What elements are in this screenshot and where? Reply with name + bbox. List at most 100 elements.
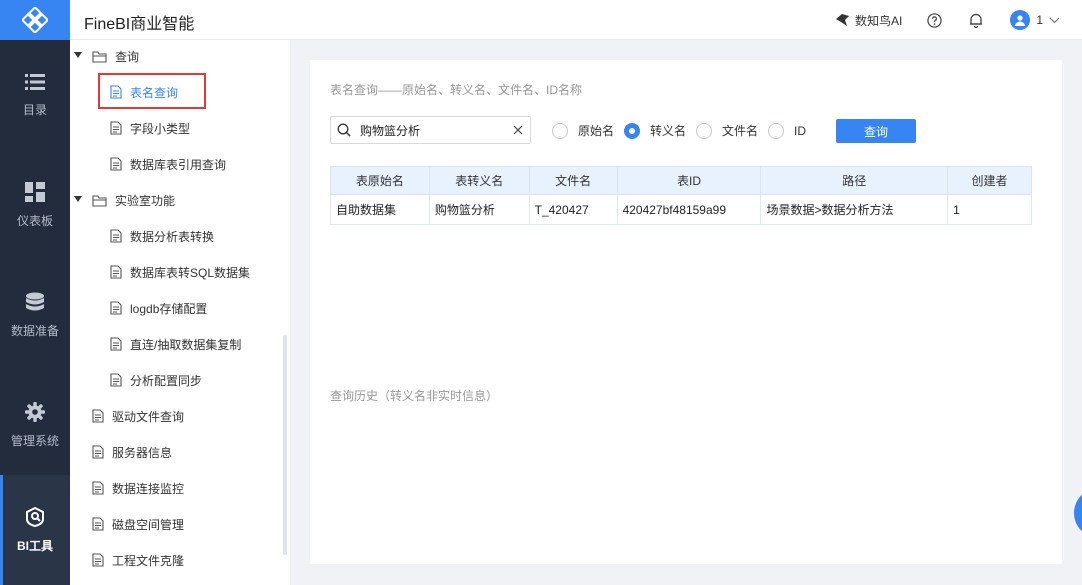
tree-item-label: 数据连接监控 [112, 481, 185, 496]
tree-scrollbar[interactable] [283, 335, 287, 555]
tree-item-connection-monitor[interactable]: 数据连接监控 [92, 476, 184, 500]
close-icon[interactable] [513, 125, 523, 135]
top-bar: FineBI商业智能 数知鸟AI 1 [0, 0, 1082, 40]
nav-label-data-prep: 数据准备 [10, 323, 59, 338]
tree-item-dataset-copy[interactable]: 直连/抽取数据集复制 [110, 332, 241, 356]
tree-item-field-subtype[interactable]: 字段小类型 [110, 116, 190, 140]
tree-item-label: 数据库表引用查询 [130, 157, 227, 172]
radio-circle[interactable] [768, 122, 785, 139]
tree-item-project-clone[interactable]: 工程文件克隆 [92, 548, 184, 572]
radio-label: ID [794, 123, 807, 138]
tree-group-lab-label: 实验室功能 [115, 193, 176, 208]
dashboard-icon [25, 181, 45, 202]
document-icon [110, 373, 122, 387]
caret-down-icon[interactable] [74, 52, 82, 58]
nav-item-catalog[interactable]: 目录 [0, 40, 70, 150]
tree-item-label: 数据分析表转换 [130, 229, 215, 244]
tree-item-label: 数据库表转SQL数据集 [130, 265, 251, 280]
tree-group-query-label: 查询 [115, 49, 140, 64]
app-logo[interactable] [0, 0, 70, 40]
ai-assistant-label: 数知鸟AI [854, 13, 903, 28]
tree-item-label: 工程文件克隆 [112, 553, 185, 568]
tree-item-analysis-config-sync[interactable]: 分析配置同步 [110, 368, 202, 392]
document-icon [92, 553, 104, 567]
avatar [1010, 10, 1031, 30]
tree-item-driver-file-query[interactable]: 驱动文件查询 [92, 404, 184, 428]
tree-item-label: 分析配置同步 [130, 373, 203, 388]
search-value[interactable]: 购物篮分析 [360, 122, 513, 139]
nav-item-data-prep[interactable]: 数据准备 [0, 260, 70, 370]
table-cell: 场景数据>数据分析方法 [760, 194, 949, 225]
gear-icon [25, 401, 45, 422]
bell-icon[interactable] [968, 12, 984, 28]
folder-icon [92, 50, 107, 63]
column-header: 创建者 [947, 166, 1032, 195]
column-header: 表ID [616, 166, 762, 195]
radio-alias-name[interactable]: 转义名 [624, 122, 686, 139]
table-header-row: 表原始名 表转义名 文件名 表ID 路径 创建者 [330, 166, 1032, 195]
radio-circle-checked[interactable] [624, 122, 641, 139]
query-button[interactable]: 查询 [836, 119, 916, 143]
column-header: 表原始名 [330, 166, 430, 195]
search-icon [337, 123, 351, 137]
radio-id[interactable]: ID [768, 122, 807, 139]
nav-label-admin: 管理系统 [10, 433, 59, 448]
radio-file-name[interactable]: 文件名 [696, 122, 758, 139]
tree-item-analysis-table-convert[interactable]: 数据分析表转换 [110, 224, 214, 248]
nav-item-dashboard[interactable]: 仪表板 [0, 150, 70, 260]
document-icon [110, 301, 122, 315]
radio-circle[interactable] [552, 122, 568, 139]
table-row[interactable]: 自助数据集 购物篮分析 T_420427 420427bf48159a99 场景… [330, 194, 1032, 225]
floating-assistant-button[interactable] [1074, 488, 1082, 538]
user-menu[interactable]: 1 [1010, 10, 1060, 30]
table-cell: 420427bf48159a99 [616, 194, 762, 225]
caret-down-icon[interactable] [74, 196, 82, 202]
bi-tool-icon [26, 506, 44, 527]
tree-item-label: 磁盘空间管理 [112, 517, 185, 532]
document-icon [92, 409, 104, 423]
selection-highlight [98, 73, 206, 109]
radio-label: 文件名 [722, 124, 759, 138]
tree-item-db-table-to-sql[interactable]: 数据库表转SQL数据集 [110, 260, 250, 284]
tree-item-label: 直连/抽取数据集复制 [130, 337, 242, 352]
document-icon [110, 337, 122, 351]
help-icon[interactable] [926, 12, 942, 28]
table-cell: 1 [947, 194, 1032, 225]
ai-assistant-button[interactable]: 数知鸟AI [835, 12, 902, 29]
radio-label: 原始名 [578, 124, 615, 138]
table-cell: 自助数据集 [330, 194, 430, 225]
document-icon [92, 481, 104, 495]
bird-icon [835, 14, 849, 26]
tree-item-server-info[interactable]: 服务器信息 [92, 440, 172, 464]
folder-icon [92, 194, 107, 207]
results-table: 表原始名 表转义名 文件名 表ID 路径 创建者 自助数据集 购物篮分析 T_4… [330, 166, 1032, 225]
tree-group-lab[interactable]: 实验室功能 [92, 188, 175, 212]
nav-item-admin[interactable]: 管理系统 [0, 370, 70, 480]
document-icon [110, 229, 122, 243]
tree-item-logdb-storage[interactable]: logdb存储配置 [110, 296, 207, 320]
card-subtitle: 表名查询——原始名、转义名、文件名、ID名称 [330, 83, 583, 97]
app-title: FineBI商业智能 [84, 16, 195, 33]
radio-circle[interactable] [696, 122, 713, 139]
nav-label-bi-tools: BI工具 [16, 538, 53, 553]
radio-original-name[interactable]: 原始名 [552, 122, 614, 139]
user-icon [1015, 15, 1026, 26]
query-history-label: 查询历史（转义名非实时信息） [330, 389, 499, 403]
column-header: 路径 [760, 166, 949, 195]
tree-group-query[interactable]: 查询 [92, 44, 139, 68]
document-icon [92, 445, 104, 459]
list-icon [25, 73, 45, 90]
tree-item-db-table-ref-query[interactable]: 数据库表引用查询 [110, 152, 226, 176]
tree-item-disk-space[interactable]: 磁盘空间管理 [92, 512, 184, 536]
document-icon [110, 121, 122, 135]
radio-label: 转义名 [650, 124, 687, 138]
nav-label-catalog: 目录 [22, 102, 47, 117]
nav-item-bi-tools[interactable]: BI工具 [0, 475, 70, 585]
tree-item-label: 服务器信息 [112, 445, 173, 460]
chevron-down-icon [1049, 17, 1060, 23]
search-input[interactable]: 购物篮分析 [330, 116, 531, 144]
database-icon [26, 292, 44, 310]
tree-item-label: 字段小类型 [130, 121, 191, 136]
column-header: 文件名 [528, 166, 618, 195]
main-nav: 目录 仪表板 数据准备 管理系统 BI工具 [0, 40, 70, 585]
